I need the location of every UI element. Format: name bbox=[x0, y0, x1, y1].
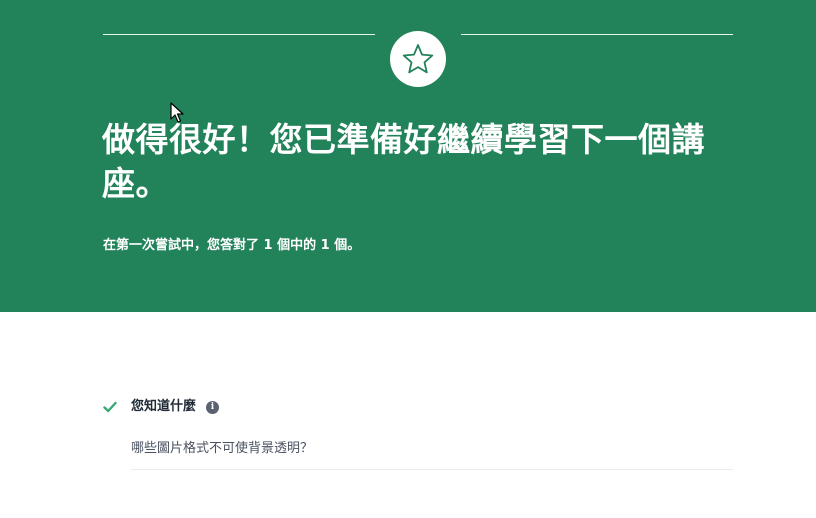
question-divider bbox=[131, 469, 733, 470]
banner-divider-left bbox=[103, 34, 375, 35]
banner-divider-right bbox=[461, 34, 733, 35]
info-icon[interactable]: i bbox=[206, 400, 220, 414]
result-banner: 做得很好！您已準備好繼續學習下一個講座。 在第一次嘗試中，您答對了 1 個中的 … bbox=[0, 0, 816, 312]
star-icon bbox=[402, 44, 434, 74]
score-summary: 在第一次嘗試中，您答對了 1 個中的 1 個。 bbox=[103, 238, 361, 253]
star-badge bbox=[390, 31, 446, 87]
question-item[interactable]: 哪些圖片格式不可使背景透明？ bbox=[131, 439, 313, 459]
what-you-know-heading: 您知道什麼 i bbox=[131, 397, 220, 417]
what-you-know-label: 您知道什麼 bbox=[131, 399, 197, 414]
check-icon bbox=[103, 401, 117, 413]
results-section bbox=[0, 312, 816, 518]
mouse-cursor-icon bbox=[170, 102, 184, 123]
result-headline: 做得很好！您已準備好繼續學習下一個講座。 bbox=[102, 120, 705, 203]
